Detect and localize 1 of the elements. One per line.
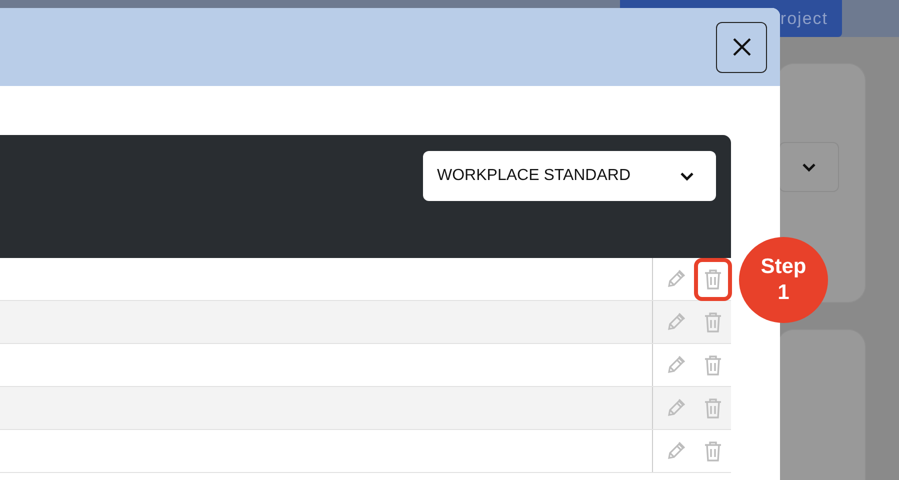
standard-dropdown[interactable]: WORKPLACE STANDARD [423, 151, 716, 201]
